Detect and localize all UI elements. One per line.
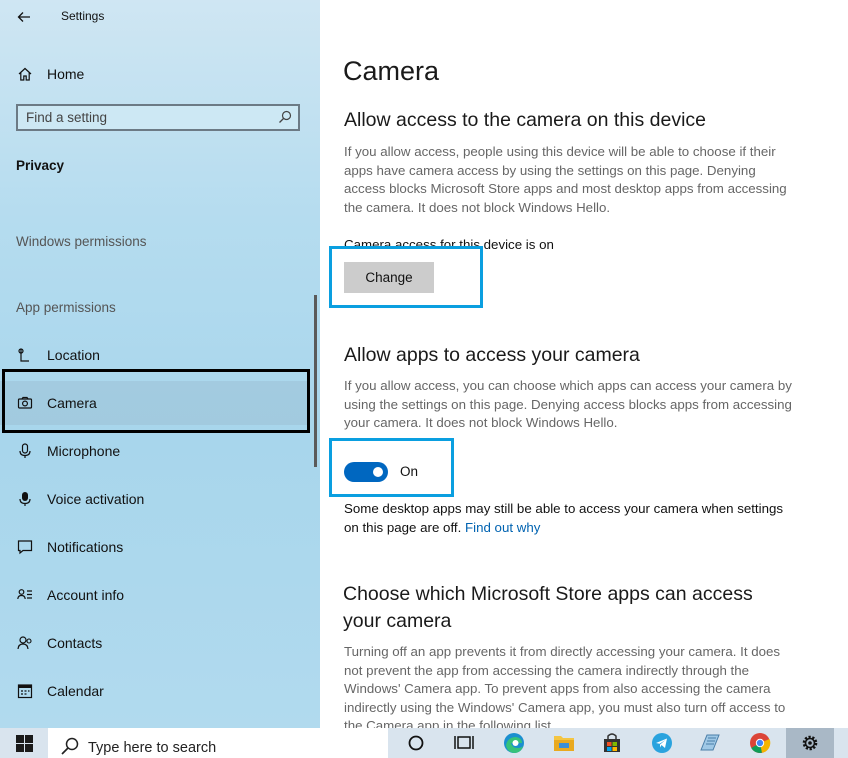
- contacts-icon: [16, 634, 34, 652]
- page-title: Camera: [343, 56, 440, 86]
- sidebar-item-location[interactable]: Location: [0, 333, 310, 377]
- sidebar-item-notifications[interactable]: Notifications: [0, 525, 310, 569]
- sidebar-item-camera[interactable]: Camera: [0, 381, 310, 425]
- search-icon[interactable]: [278, 110, 292, 124]
- device-access-description: If you allow access, people using this d…: [344, 144, 787, 215]
- taskbar-search-text: Type here to search: [88, 740, 217, 756]
- sidebar-item-calendar[interactable]: Calendar: [0, 669, 310, 713]
- voice-activation-icon: [16, 490, 34, 508]
- windows-permissions-heading: Windows permissions: [16, 234, 147, 249]
- home-label: Home: [47, 66, 85, 82]
- desktop-apps-note: Some desktop apps may still be able to a…: [344, 500, 784, 537]
- sidebar-item-microphone[interactable]: Microphone: [0, 429, 310, 473]
- sidebar-item-label: Microphone: [47, 443, 121, 459]
- microphone-icon: [16, 442, 34, 460]
- calendar-icon: [16, 682, 34, 700]
- main-content: Camera Allow access to the camera on thi…: [320, 0, 848, 728]
- store-icon[interactable]: [588, 728, 636, 758]
- search-box[interactable]: [16, 104, 300, 131]
- sidebar-item-account-info[interactable]: Account info: [0, 573, 310, 617]
- toggle-state-label: On: [400, 464, 419, 479]
- title-bar: Settings: [0, 0, 320, 34]
- device-access-status: Camera access for this device is on: [344, 237, 554, 252]
- change-button[interactable]: Change: [344, 262, 434, 293]
- search-input[interactable]: [26, 108, 266, 127]
- sidebar-item-label: Camera: [47, 395, 97, 411]
- sidebar-item-label: Notifications: [47, 539, 124, 555]
- apps-access-description: If you allow access, you can choose whic…: [344, 378, 792, 430]
- home-icon: [16, 65, 34, 83]
- taskbar-search-box[interactable]: Type here to search: [48, 728, 388, 758]
- window-title: Settings: [61, 9, 105, 23]
- taskbar-search-icon: [61, 737, 79, 755]
- task-view-icon[interactable]: [440, 728, 488, 758]
- camera-access-toggle[interactable]: [344, 462, 388, 482]
- desktop-apps-note-text: Some desktop apps may still be able to a…: [344, 501, 784, 535]
- file-explorer-icon[interactable]: [540, 728, 588, 758]
- sidebar-item-label: Contacts: [47, 635, 103, 651]
- back-arrow-icon: [17, 12, 30, 22]
- start-button[interactable]: [0, 728, 48, 758]
- sidebar-item-voice-activation[interactable]: Voice activation: [0, 477, 310, 521]
- notes-icon[interactable]: [686, 728, 734, 758]
- account-info-icon: [16, 586, 34, 604]
- store-apps-heading: Choose which Microsoft Store apps can ac…: [343, 583, 753, 632]
- device-access-heading: Allow access to the camera on this devic…: [344, 109, 707, 131]
- cortana-icon[interactable]: [392, 728, 440, 758]
- settings-icon[interactable]: [786, 728, 834, 758]
- section-title: Privacy: [16, 158, 65, 173]
- location-icon: [16, 346, 34, 364]
- sidebar-item-label: Voice activation: [47, 491, 145, 507]
- back-button[interactable]: [12, 6, 36, 28]
- apps-access-heading: Allow apps to access your camera: [344, 344, 640, 366]
- edge-icon[interactable]: [490, 728, 538, 758]
- store-apps-description: Turning off an app prevents it from dire…: [344, 644, 786, 728]
- sidebar-item-label: Calendar: [47, 683, 104, 699]
- telegram-icon[interactable]: [638, 728, 686, 758]
- sidebar-item-contacts[interactable]: Contacts: [0, 621, 310, 665]
- chrome-icon[interactable]: [736, 728, 784, 758]
- sidebar-item-home[interactable]: Home: [0, 58, 318, 90]
- find-out-why-link[interactable]: Find out why: [465, 520, 540, 535]
- app-permissions-heading: App permissions: [16, 300, 116, 315]
- sidebar: Settings Home Privacy Windows permission…: [0, 0, 320, 728]
- toggle-knob: [373, 467, 383, 477]
- notifications-icon: [16, 538, 34, 556]
- sidebar-item-label: Location: [47, 347, 100, 363]
- camera-icon: [16, 394, 34, 412]
- sidebar-scrollbar[interactable]: [314, 295, 317, 467]
- taskbar: Type here to search: [0, 728, 848, 758]
- windows-logo-icon: [15, 734, 33, 752]
- sidebar-item-label: Account info: [47, 587, 125, 603]
